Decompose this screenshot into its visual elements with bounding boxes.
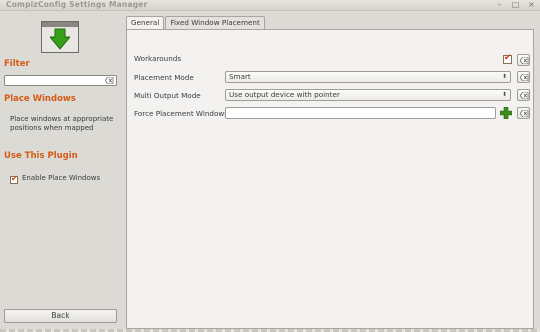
- add-icon[interactable]: [500, 107, 512, 119]
- workarounds-label: Workarounds: [134, 54, 182, 63]
- placement-mode-reset-button[interactable]: [517, 71, 530, 83]
- download-arrow-icon: [50, 28, 70, 50]
- enable-plugin-label: Enable Place Windows: [22, 174, 101, 182]
- back-button[interactable]: Back: [4, 309, 117, 323]
- force-placement-label: Force Placement Windows: [134, 109, 229, 118]
- combo-arrows-icon: ⬍: [501, 73, 507, 80]
- clear-icon: [520, 92, 529, 99]
- place-windows-heading: Place Windows: [4, 94, 76, 104]
- tab-general[interactable]: General: [126, 16, 165, 30]
- placement-mode-label: Placement Mode: [134, 73, 194, 82]
- tab-bar: General Fixed Window Placement: [126, 16, 266, 30]
- filter-heading: Filter: [4, 59, 30, 69]
- close-icon[interactable]: ×: [527, 0, 536, 9]
- clear-icon: [520, 74, 529, 81]
- force-placement-input[interactable]: [225, 107, 496, 119]
- multi-output-mode-select[interactable]: Use output device with pointer ⬍: [225, 89, 511, 101]
- filter-input[interactable]: [4, 75, 117, 86]
- window-controls: – □ ×: [495, 0, 536, 9]
- minimize-icon[interactable]: –: [495, 0, 504, 9]
- placement-mode-select[interactable]: Smart ⬍: [225, 71, 511, 83]
- title-bar: CompizConfig Settings Manager – □ ×: [0, 0, 540, 11]
- workarounds-checkbox[interactable]: ✔: [503, 53, 512, 64]
- general-panel: Workarounds ✔ Placement Mode Smart ⬍ Mul…: [126, 29, 534, 329]
- plugin-description: Place windows at appropriate positions w…: [10, 115, 114, 132]
- multi-output-mode-value: Use output device with pointer: [229, 90, 340, 99]
- multi-output-mode-reset-button[interactable]: [517, 89, 530, 101]
- workarounds-reset-button[interactable]: [517, 54, 530, 66]
- combo-arrows-icon: ⬍: [501, 91, 507, 98]
- window-title: CompizConfig Settings Manager: [6, 0, 148, 9]
- clear-icon: [520, 110, 529, 117]
- multi-output-mode-label: Multi Output Mode: [134, 91, 201, 100]
- force-placement-reset-button[interactable]: [517, 107, 530, 119]
- sidebar: Filter Place Windows Place windows at ap…: [0, 11, 121, 330]
- use-plugin-heading: Use This Plugin: [4, 151, 78, 161]
- settings-area: General Fixed Window Placement Workaroun…: [124, 16, 536, 330]
- placement-mode-value: Smart: [229, 72, 251, 81]
- enable-plugin-checkbox[interactable]: ✔: [10, 174, 18, 184]
- place-windows-plugin-icon: [41, 21, 79, 53]
- tab-fixed-window-placement[interactable]: Fixed Window Placement: [165, 16, 265, 29]
- clear-filter-icon[interactable]: [105, 77, 114, 84]
- maximize-icon[interactable]: □: [511, 0, 520, 9]
- clear-icon: [520, 57, 529, 64]
